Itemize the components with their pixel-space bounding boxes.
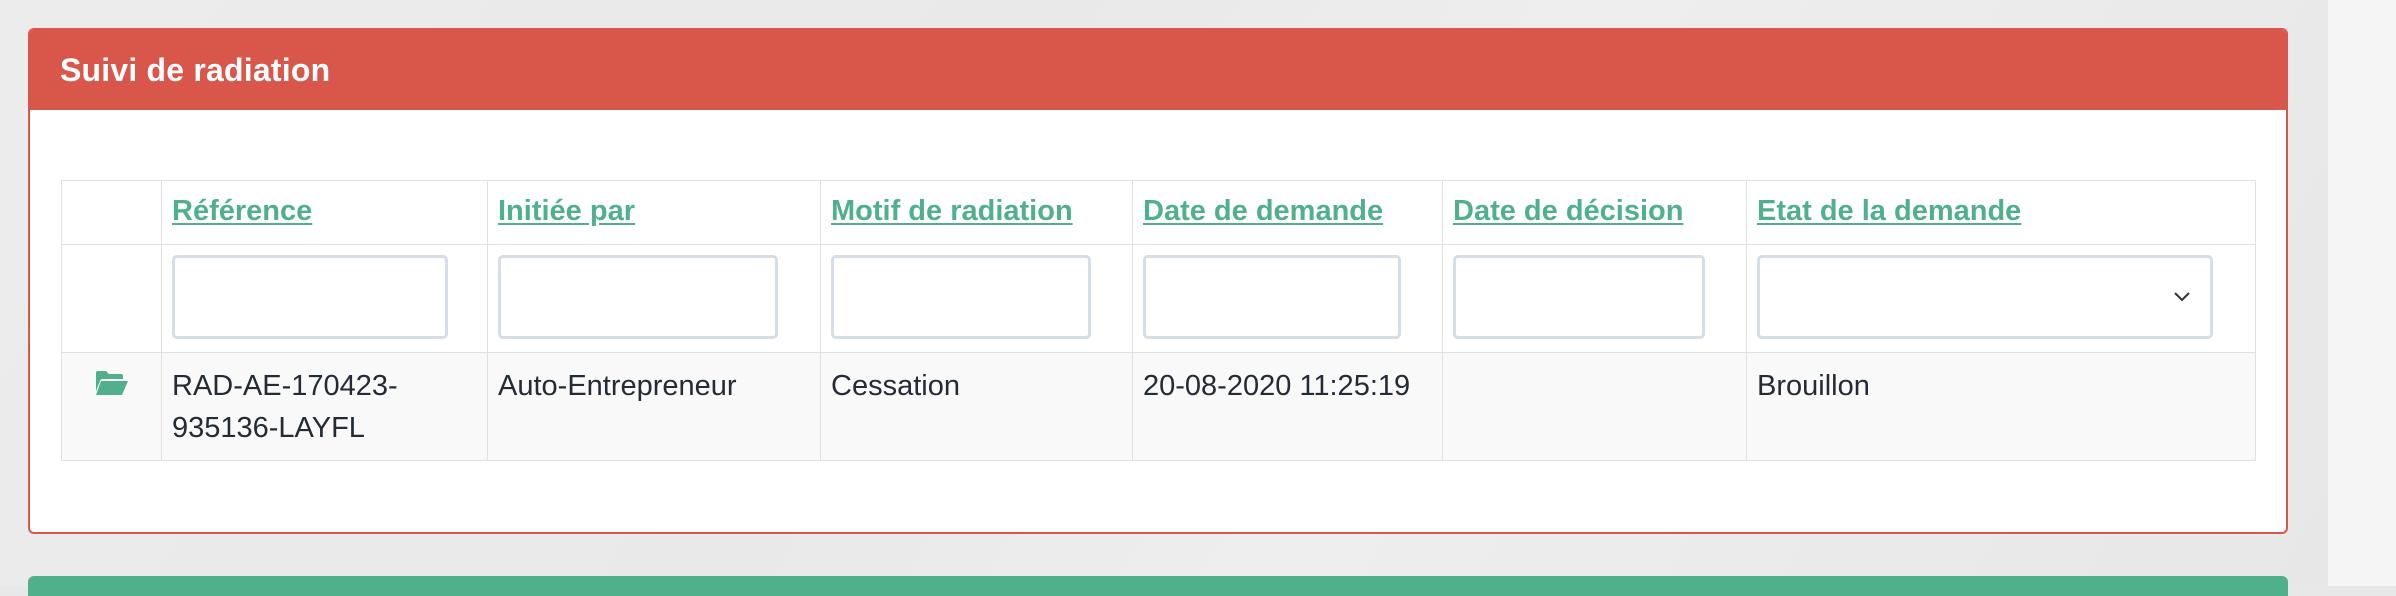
sort-link-etat[interactable]: Etat de la demande [1757,195,2021,227]
sort-link-reference[interactable]: Référence [172,195,312,227]
etat-filter-select[interactable] [1757,255,2213,339]
column-header-reference[interactable]: Référence [161,180,488,245]
radiation-table-wrapper: Référence Initiée par Motif de radiation… [61,180,2256,461]
filter-cell-etat [1746,244,2256,353]
column-header-date-decision[interactable]: Date de décision [1442,180,1747,245]
reference-filter-input[interactable] [172,255,448,339]
folder-open-icon[interactable] [95,369,129,397]
cell-date-demande: 20-08-2020 11:25:19 [1132,352,1443,461]
sort-link-motif[interactable]: Motif de radiation [831,195,1073,227]
cell-date-decision [1442,352,1747,461]
radiation-table: Référence Initiée par Motif de radiation… [61,180,2256,461]
table-header-row: Référence Initiée par Motif de radiation… [61,180,2256,245]
cell-reference: RAD-AE-170423-935136-LAYFL [161,352,488,461]
sort-link-date-decision[interactable]: Date de décision [1453,195,1683,227]
panel-header: Suivi de radiation [30,30,2286,110]
motif-filter-input[interactable] [831,255,1091,339]
filter-cell-initiee-par [487,244,821,353]
filter-cell-date-decision [1442,244,1747,353]
chevron-down-icon [2174,292,2190,302]
next-panel-header [28,576,2288,596]
initiee-par-filter-input[interactable] [498,255,778,339]
filter-cell-date-demande [1132,244,1443,353]
date-demande-filter-input[interactable] [1143,255,1401,339]
filter-cell-reference [161,244,488,353]
date-decision-filter-input[interactable] [1453,255,1705,339]
table-row: RAD-AE-170423-935136-LAYFL Auto-Entrepre… [61,352,2256,461]
column-header-etat[interactable]: Etat de la demande [1746,180,2256,245]
sort-link-initiee-par[interactable]: Initiée par [498,195,635,227]
cell-initiee-par: Auto-Entrepreneur [487,352,821,461]
sort-link-date-demande[interactable]: Date de demande [1143,195,1383,227]
column-header-actions [61,180,162,245]
column-header-initiee-par[interactable]: Initiée par [487,180,821,245]
filter-cell-empty [61,244,162,353]
filter-row [61,244,2256,353]
radiation-panel: Suivi de radiation Référence Initiée par… [28,28,2288,534]
cell-etat: Brouillon [1746,352,2256,461]
cell-motif: Cessation [820,352,1133,461]
row-action-cell [61,352,162,461]
scrollbar-track[interactable] [2328,0,2396,586]
filter-cell-motif [820,244,1133,353]
panel-title: Suivi de radiation [60,51,331,88]
column-header-motif[interactable]: Motif de radiation [820,180,1133,245]
column-header-date-demande[interactable]: Date de demande [1132,180,1443,245]
